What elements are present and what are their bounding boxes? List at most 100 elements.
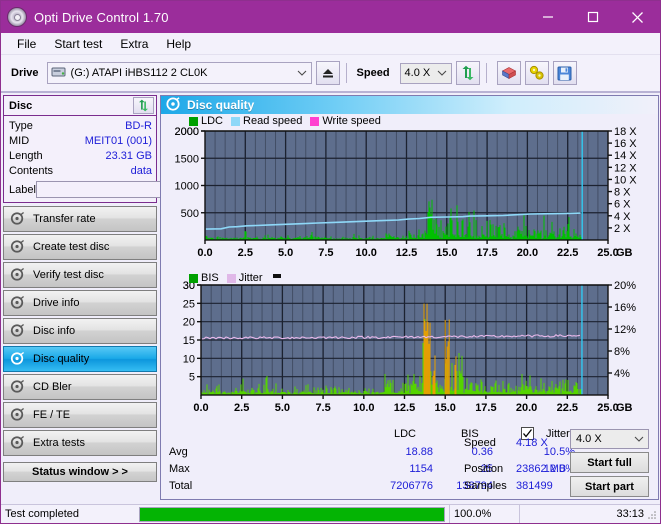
sidebar-item-drive-info[interactable]: Drive info — [3, 290, 157, 316]
sidebar-item-cd-bler[interactable]: CD Bler — [3, 374, 157, 400]
menu-bar: File Start test Extra Help — [1, 33, 660, 55]
chevron-down-icon[interactable] — [433, 63, 451, 83]
disc-row-length: Length 23.31 GB — [9, 148, 152, 163]
disc-panel-header: Disc — [4, 96, 156, 116]
svg-text:4%: 4% — [614, 368, 630, 380]
svg-text:10.0: 10.0 — [355, 247, 376, 259]
sidebar-item-label: FE / TE — [33, 409, 71, 421]
elapsed-time: 33:13 — [519, 504, 660, 523]
sidebar-item-label: Extra tests — [33, 437, 85, 449]
result-speed-select[interactable]: 4.0 X — [570, 429, 649, 450]
stats-panel: LDC BIS Jitter Avg Max Total 18.88 1154 … — [161, 426, 658, 499]
disc-length-value: 23.31 GB — [105, 149, 152, 162]
sidebar: Disc Type BD-R MID MEIT01 (001) Length 2… — [1, 93, 242, 500]
svg-text:25: 25 — [183, 299, 195, 311]
legend-write-speed: Write speed — [310, 115, 381, 127]
sidebar-item-create-test-disc[interactable]: Create test disc — [3, 234, 157, 260]
disc-extra-icon — [10, 435, 26, 451]
chevron-down-icon[interactable] — [293, 63, 311, 83]
stats-header-ldc: LDC — [394, 428, 417, 441]
sidebar-item-transfer-rate[interactable]: Transfer rate — [3, 206, 157, 232]
refresh-button[interactable] — [455, 61, 480, 85]
disc-refresh-button[interactable] — [133, 97, 154, 114]
svg-text:8 X: 8 X — [614, 187, 631, 199]
svg-text:5.0: 5.0 — [275, 402, 290, 414]
menu-start-test[interactable]: Start test — [46, 35, 110, 53]
svg-text:14 X: 14 X — [614, 150, 637, 162]
legend-swatch-write-speed — [310, 116, 320, 126]
svg-text:0.0: 0.0 — [193, 402, 208, 414]
start-full-button[interactable]: Start full — [570, 452, 649, 474]
disc-row-contents: Contents data — [9, 163, 152, 178]
minimize-icon[interactable] — [525, 1, 570, 33]
svg-text:0.0: 0.0 — [197, 247, 212, 259]
status-window-button[interactable]: Status window > > — [3, 462, 157, 482]
svg-text:20.0: 20.0 — [516, 402, 537, 414]
samples-label: Samples — [464, 480, 507, 493]
drive-select[interactable]: (G:) ATAPI iHBS112 2 CL0K — [46, 62, 312, 84]
position-value: 23862 MB — [516, 463, 567, 476]
save-button[interactable] — [552, 61, 577, 85]
sidebar-item-fe-te[interactable]: FE / TE — [3, 402, 157, 428]
speed-value: 4.0 X — [404, 67, 431, 79]
svg-text:12%: 12% — [614, 324, 636, 336]
disc-row-mid: MID MEIT01 (001) — [9, 133, 152, 148]
sidebar-item-label: Drive info — [33, 297, 80, 309]
sidebar-item-label: Disc info — [33, 325, 76, 337]
tools-button[interactable] — [524, 61, 549, 85]
svg-text:15.0: 15.0 — [434, 402, 455, 414]
ldc-chart-block: LDC Read speed Write speed 500 1000 1500 20… — [161, 114, 658, 271]
svg-text:2.5: 2.5 — [238, 247, 253, 259]
disc-row-type: Type BD-R — [9, 118, 152, 133]
speed-stat-label: Speed — [464, 437, 496, 450]
svg-text:4 X: 4 X — [614, 211, 631, 223]
toolbar-divider-2 — [485, 63, 487, 83]
disc-quality-icon — [10, 351, 26, 367]
ldc-chart-legend: LDC Read speed Write speed — [189, 115, 386, 127]
svg-text:16 X: 16 X — [614, 138, 637, 150]
sidebar-item-disc-info[interactable]: Disc info — [3, 318, 157, 344]
jitter-label: Jitter — [546, 428, 570, 441]
sidebar-item-disc-quality[interactable]: Disc quality — [3, 346, 157, 372]
svg-text:5.0: 5.0 — [278, 247, 293, 259]
ldc-chart-svg[interactable]: 5001000150020002 X4 X6 X8 X10 X12 X14 X1… — [161, 114, 658, 271]
chevron-down-icon[interactable] — [630, 429, 648, 449]
menu-extra[interactable]: Extra — [112, 35, 156, 53]
close-icon[interactable] — [615, 1, 660, 33]
maximize-icon[interactable] — [570, 1, 615, 33]
main-body: Disc Type BD-R MID MEIT01 (001) Length 2… — [1, 93, 660, 500]
svg-text:2000: 2000 — [175, 126, 199, 138]
disc-type-label: Type — [9, 119, 33, 132]
window-controls — [525, 1, 660, 33]
legend-marker-icon — [272, 273, 281, 278]
svg-text:1000: 1000 — [175, 181, 199, 193]
svg-text:12 X: 12 X — [614, 163, 637, 175]
resize-grip-icon[interactable] — [647, 510, 657, 520]
legend-label-ldc: LDC — [201, 115, 224, 128]
legend-label-bis: BIS — [201, 272, 219, 285]
svg-text:2.5: 2.5 — [234, 402, 249, 414]
stats-row-max: Max — [169, 463, 190, 476]
menu-help[interactable]: Help — [158, 35, 199, 53]
bis-jitter-chart-svg[interactable]: 510152025304%8%12%16%20%0.0 2.5 5.0 7.5 10.0… — [161, 271, 658, 426]
result-speed-value: 4.0 X — [576, 433, 602, 446]
position-label: Position — [464, 463, 504, 476]
menu-file[interactable]: File — [9, 35, 44, 53]
svg-text:8%: 8% — [614, 346, 630, 358]
start-part-button[interactable]: Start part — [570, 476, 649, 498]
sidebar-item-verify-test-disc[interactable]: Verify test disc — [3, 262, 157, 288]
erase-button[interactable] — [496, 61, 521, 85]
legend-swatch-bis — [189, 273, 198, 283]
sidebar-item-extra-tests[interactable]: Extra tests — [3, 430, 157, 456]
disc-verify-icon — [10, 267, 26, 283]
eject-button[interactable] — [315, 61, 340, 85]
svg-text:GB: GB — [616, 402, 633, 414]
drive-icon — [51, 65, 67, 82]
disc-info-icon — [10, 323, 26, 339]
title-bar: Opti Drive Control 1.70 — [1, 1, 660, 33]
legend-swatch-ldc — [189, 116, 198, 126]
progress-percent: 100.0% — [449, 504, 519, 523]
svg-text:20.0: 20.0 — [517, 247, 538, 259]
disc-panel-title: Disc — [9, 99, 33, 112]
speed-select[interactable]: 4.0 X — [399, 62, 452, 84]
